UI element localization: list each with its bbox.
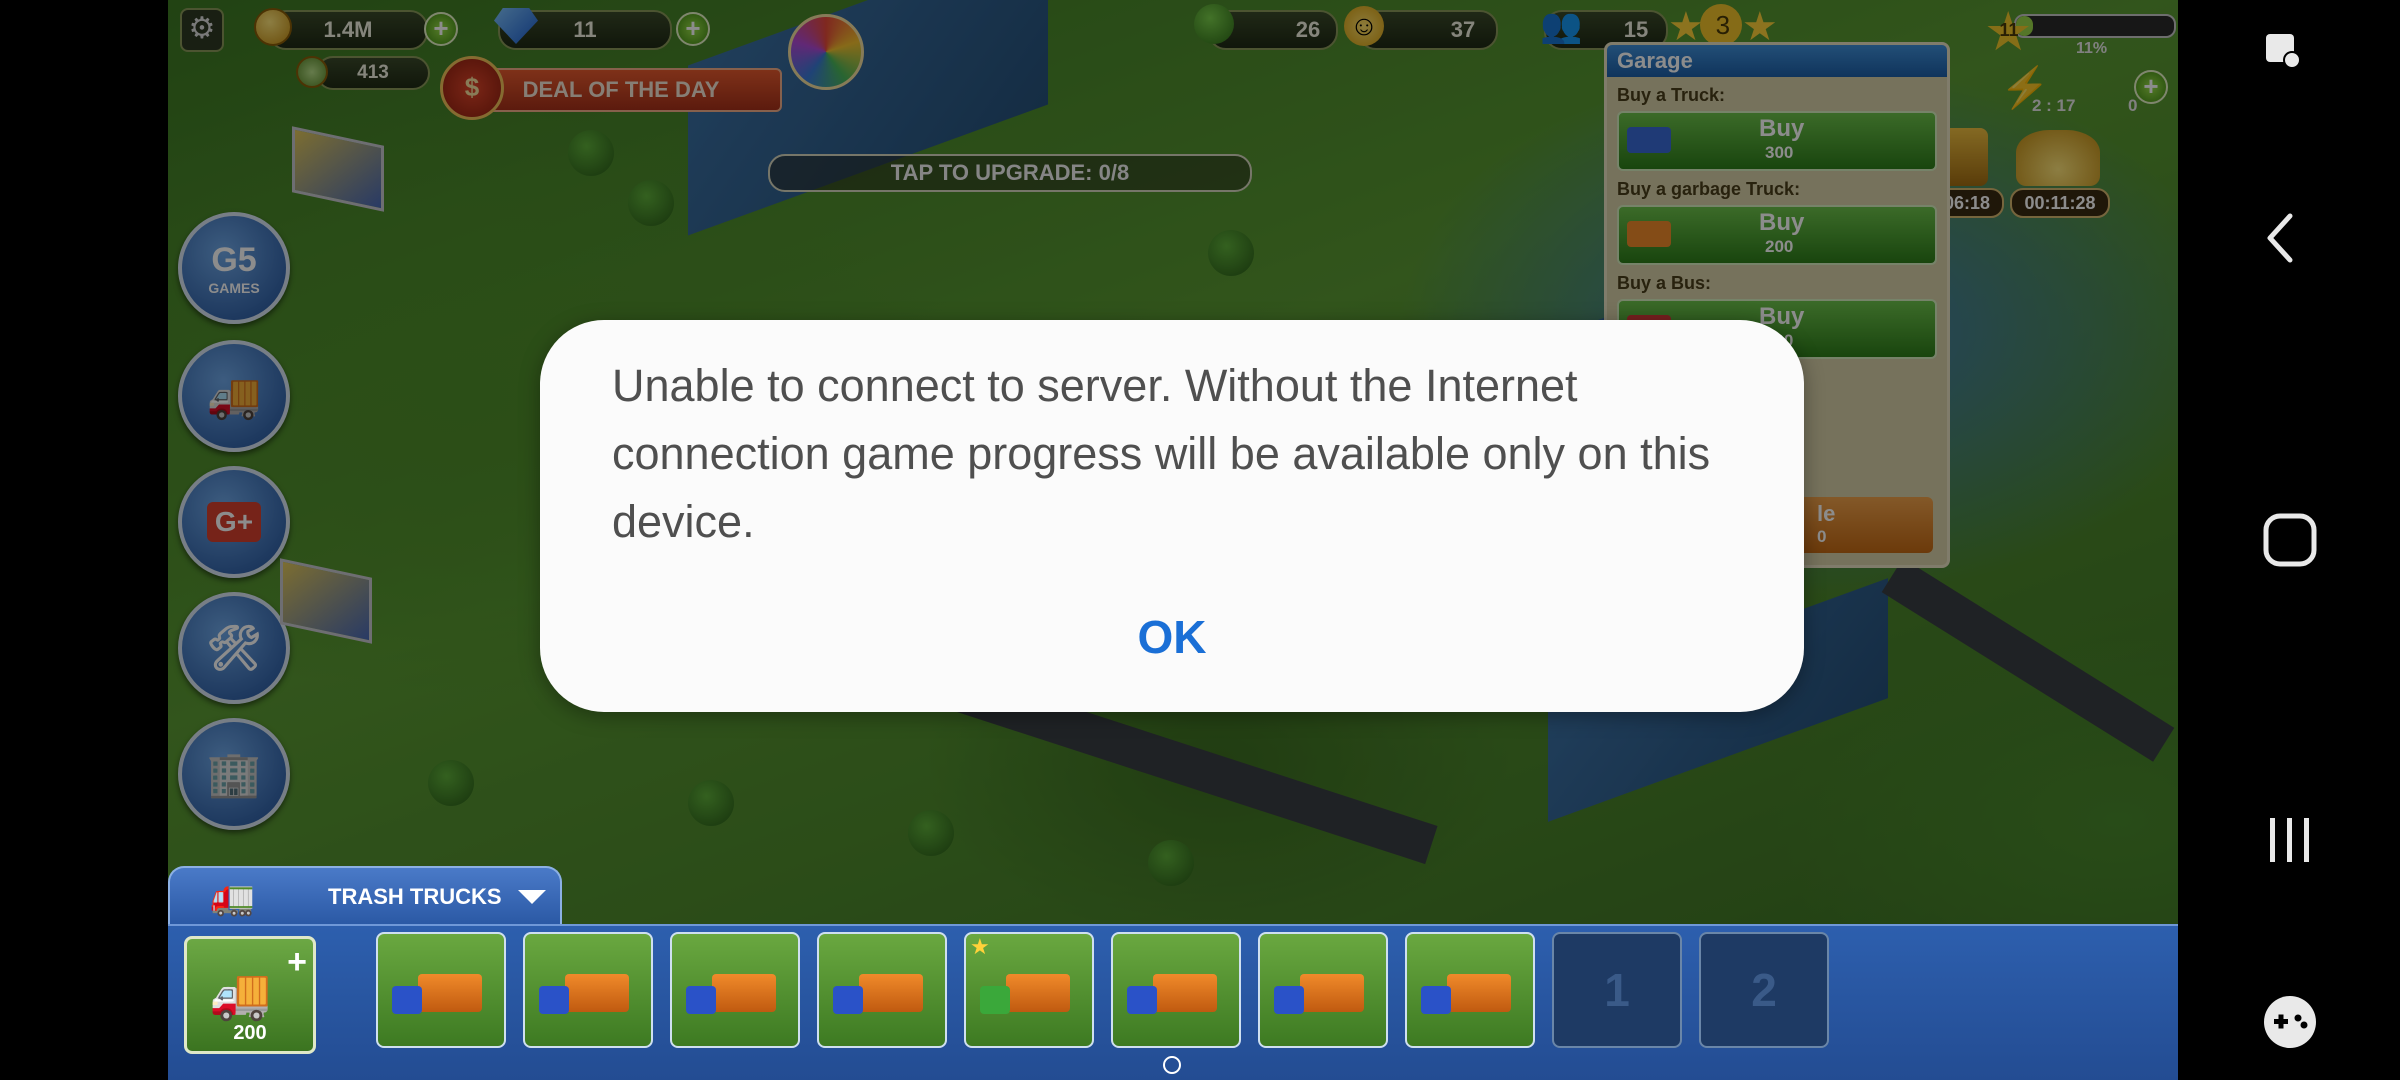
truck-slot[interactable] [817, 932, 947, 1048]
truck-slot[interactable] [1405, 932, 1535, 1048]
truck-icon: 🚚 [209, 966, 272, 1022]
truck-slot[interactable] [523, 932, 653, 1048]
empty-truck-slot[interactable]: 1 [1552, 932, 1682, 1048]
garbage-truck-icon [418, 974, 482, 1012]
home-icon[interactable] [2262, 512, 2318, 568]
truck-cab [539, 986, 569, 1014]
connection-error-dialog: Unable to connect to server. Without the… [540, 320, 1804, 712]
plus-icon: + [287, 943, 307, 981]
truck-cab [1421, 986, 1451, 1014]
truck-cab [833, 986, 863, 1014]
page-indicator [1163, 1056, 1181, 1074]
screen-pin-icon[interactable] [2262, 30, 2306, 74]
star-icon: ★ [970, 934, 990, 959]
truck-slot[interactable] [670, 932, 800, 1048]
add-truck-slot[interactable]: 🚚 + 200 [184, 936, 316, 1054]
truck-slot[interactable] [1111, 932, 1241, 1048]
dialog-message: Unable to connect to server. Without the… [612, 360, 1711, 547]
slot-number: 1 [1604, 964, 1630, 1016]
garbage-truck-icon [1006, 974, 1070, 1012]
truck-cab [392, 986, 422, 1014]
recents-icon[interactable] [2262, 812, 2318, 868]
trash-trucks-tab[interactable]: 🚛 TRASH TRUCKS [168, 866, 562, 926]
truck-cab [980, 986, 1010, 1014]
system-nav-bar [2178, 0, 2400, 1080]
garbage-truck-icon [1300, 974, 1364, 1012]
recycle-truck-icon: 🚛 [210, 876, 255, 917]
empty-truck-slot[interactable]: 2 [1699, 932, 1829, 1048]
truck-slot[interactable] [1258, 932, 1388, 1048]
add-truck-price: 200 [233, 1022, 267, 1044]
truck-cab [1274, 986, 1304, 1014]
garbage-truck-icon [1447, 974, 1511, 1012]
truck-slot[interactable] [376, 932, 506, 1048]
gamepad-icon[interactable] [2262, 994, 2318, 1050]
back-chevron-icon[interactable] [2262, 210, 2302, 266]
garbage-truck-icon [712, 974, 776, 1012]
garbage-truck-icon [859, 974, 923, 1012]
garbage-truck-icon [565, 974, 629, 1012]
truck-cab [1127, 986, 1157, 1014]
truck-cab [686, 986, 716, 1014]
garbage-truck-icon [1153, 974, 1217, 1012]
chevron-down-icon[interactable] [518, 890, 546, 904]
slot-number: 2 [1751, 964, 1777, 1016]
ok-button[interactable]: OK [540, 610, 1804, 664]
truck-slot[interactable]: ★ [964, 932, 1094, 1048]
tab-label: TRASH TRUCKS [328, 884, 502, 909]
